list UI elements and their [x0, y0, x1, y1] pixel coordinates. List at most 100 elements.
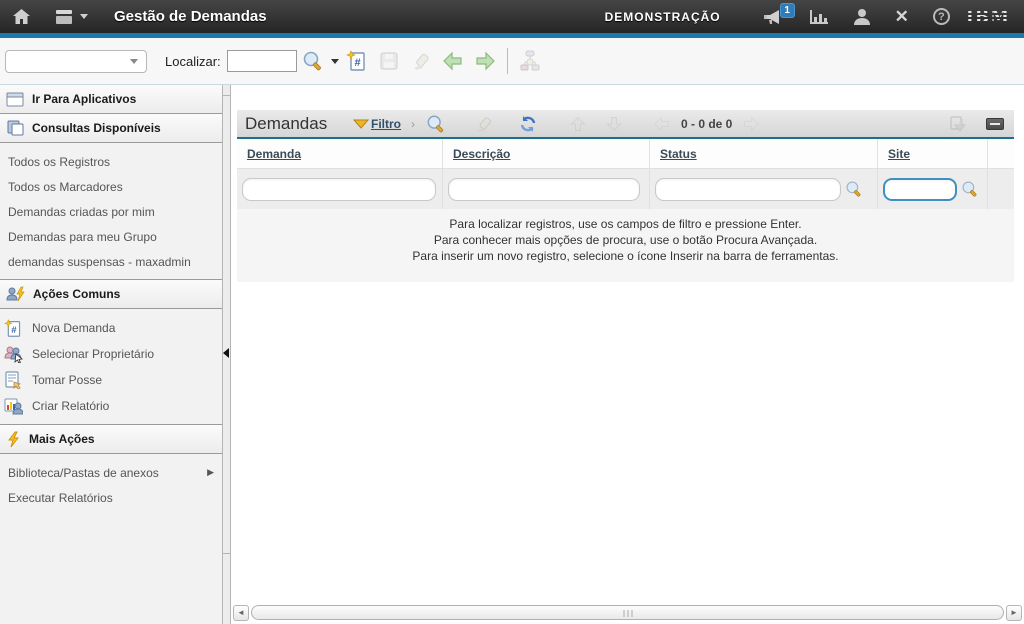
sidebar-section-label: Consultas Disponíveis [32, 121, 161, 135]
panel-title: Demandas [245, 114, 353, 134]
site-lookup-icon[interactable] [961, 180, 979, 198]
table-clear-icon[interactable] [471, 113, 497, 135]
workflow-icon [518, 50, 542, 72]
sidebar-item-query[interactable]: demandas suspensas - maxadmin [0, 249, 222, 274]
scrollbar-grip [623, 610, 632, 617]
table-filter-row [237, 168, 1014, 209]
sidebar-section-label: Ir Para Aplicativos [32, 92, 136, 106]
table-toolbar: Demandas Filtro › [237, 110, 1014, 139]
save-button[interactable] [377, 49, 401, 73]
move-up-icon[interactable] [565, 113, 591, 135]
sidebar-item-query[interactable]: Todos os Registros [0, 149, 222, 174]
new-record-icon: # [346, 50, 368, 72]
minimize-table-icon[interactable] [986, 118, 1004, 130]
demandas-panel: Demandas Filtro › [237, 110, 1014, 282]
move-down-icon[interactable] [601, 113, 627, 135]
common-actions-icon [6, 286, 25, 302]
sidebar-item-query[interactable]: Todos os Marcadores [0, 174, 222, 199]
scrollbar-thumb[interactable] [251, 605, 1004, 620]
horizontal-scrollbar[interactable]: ◄ ► [233, 604, 1022, 621]
sidebar-section-label: Ações Comuns [33, 287, 120, 301]
column-header-demanda[interactable]: Demanda [247, 147, 301, 161]
collapse-sidebar-icon[interactable] [223, 348, 229, 358]
prev-page-icon[interactable] [649, 113, 675, 135]
sidebar-section-more-actions[interactable]: Mais Ações [0, 425, 222, 454]
refresh-icon[interactable] [515, 113, 541, 135]
empty-table-hints: Para localizar registros, use os campos … [237, 209, 1014, 282]
action-label: Nova Demanda [32, 321, 115, 335]
app-window-icon [6, 92, 24, 107]
workflow-button[interactable] [518, 49, 542, 73]
expand-chevron-icon[interactable]: › [411, 117, 415, 131]
profile-button[interactable] [841, 0, 883, 33]
query-label: Demandas para meu Grupo [8, 230, 157, 244]
new-record-button[interactable]: # [345, 49, 369, 73]
filter-input-site[interactable] [883, 178, 957, 201]
sidebar-item-query[interactable]: Demandas criadas por mim [0, 199, 222, 224]
svg-text:#: # [11, 324, 17, 335]
search-icon [302, 50, 324, 72]
chevron-down-icon [130, 59, 138, 64]
notification-badge: 1 [780, 3, 795, 18]
sidebar-action-attachments[interactable]: Biblioteca/Pastas de anexos ▶ [0, 460, 222, 485]
scrollbar-track[interactable] [251, 605, 1004, 620]
query-label: Todos os Registros [8, 155, 110, 169]
next-page-icon[interactable] [738, 113, 764, 135]
sidebar-section-label: Mais Ações [29, 432, 95, 446]
reports-button[interactable] [797, 0, 841, 33]
sidebar-section-common-actions[interactable]: Ações Comuns [0, 280, 222, 309]
help-icon: ? [933, 8, 950, 25]
filter-input-status[interactable] [655, 178, 841, 201]
column-header-descricao[interactable]: Descrição [453, 147, 510, 161]
action-label: Biblioteca/Pastas de anexos [8, 466, 159, 480]
sidebar: Ir Para Aplicativos Consultas Disponívei… [0, 85, 222, 624]
status-lookup-icon[interactable] [845, 180, 863, 198]
announcements-button[interactable]: 1 [751, 0, 797, 33]
query-label: demandas suspensas - maxadmin [8, 255, 191, 269]
splitter-tick [223, 95, 230, 96]
localizar-input[interactable] [227, 50, 297, 72]
filter-input-demanda[interactable] [242, 178, 436, 201]
clear-changes-button[interactable] [409, 49, 433, 73]
close-icon: ✕ [895, 7, 909, 27]
toolbar-separator [507, 48, 508, 74]
bar-chart-icon [809, 9, 829, 25]
query-select[interactable] [5, 50, 147, 73]
sidebar-splitter[interactable] [222, 85, 231, 624]
download-icon[interactable] [946, 113, 972, 135]
user-icon [853, 8, 871, 25]
action-label: Criar Relatório [32, 399, 109, 413]
arrow-right-icon [474, 51, 496, 71]
scroll-left-button[interactable]: ◄ [233, 605, 249, 621]
column-header-site[interactable]: Site [888, 147, 910, 161]
sidebar-item-query[interactable]: Demandas para meu Grupo [0, 224, 222, 249]
app-title: Gestão de Demandas [114, 8, 267, 25]
search-options-chevron[interactable] [331, 59, 339, 64]
table-search-icon[interactable] [423, 113, 449, 135]
hint-line: Para localizar registros, use os campos … [237, 216, 1014, 232]
top-navigation-bar: Gestão de Demandas DEMONSTRAÇÃO 1 [0, 0, 1024, 33]
filtro-link[interactable]: Filtro [371, 117, 401, 131]
filter-input-descricao[interactable] [448, 178, 640, 201]
sidebar-action-select-owner[interactable]: Selecionar Proprietário [0, 341, 222, 367]
submenu-arrow-icon: ▶ [207, 467, 214, 478]
sidebar-item-go-to-apps[interactable]: Ir Para Aplicativos [0, 85, 222, 114]
help-button[interactable]: ? [921, 0, 962, 33]
sidebar-action-take-ownership[interactable]: Tomar Posse [0, 367, 222, 393]
applications-menu-button[interactable] [43, 0, 100, 33]
next-record-button[interactable] [473, 49, 497, 73]
eraser-icon [410, 50, 432, 72]
logout-button[interactable]: ✕ [883, 0, 921, 33]
column-header-status[interactable]: Status [660, 147, 697, 161]
scroll-right-button[interactable]: ► [1006, 605, 1022, 621]
search-button[interactable] [301, 49, 325, 73]
sidebar-section-queries[interactable]: Consultas Disponíveis [0, 114, 222, 143]
main-area: Demandas Filtro › [231, 85, 1024, 624]
sidebar-action-run-reports[interactable]: Executar Relatórios [0, 485, 222, 510]
sidebar-action-create-report[interactable]: Criar Relatório [0, 393, 222, 419]
create-report-icon [4, 397, 23, 415]
home-button[interactable] [0, 0, 43, 33]
sidebar-action-new-demand[interactable]: # Nova Demanda [0, 315, 222, 341]
filter-triangle-icon[interactable] [353, 119, 369, 129]
previous-record-button[interactable] [441, 49, 465, 73]
